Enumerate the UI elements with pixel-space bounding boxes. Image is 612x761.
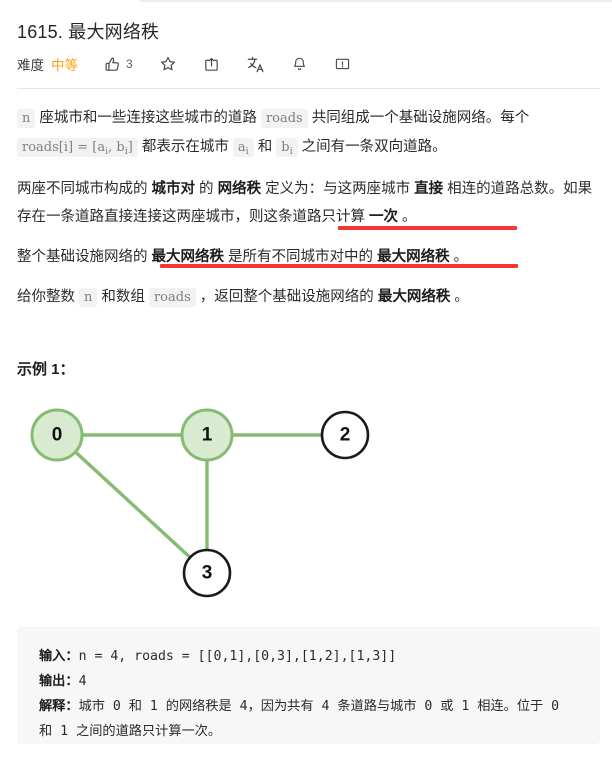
page-title: 1615. 最大网络秩 [17, 22, 160, 42]
code-text: ] [127, 140, 133, 155]
notification-button[interactable] [291, 56, 308, 73]
desc-bold: 最大网络秩 [151, 249, 225, 265]
node-0-label: 0 [52, 425, 63, 446]
desc-text: 定义为：与这两座城市 [261, 181, 415, 197]
annotation-underline-2 [160, 264, 518, 268]
desc-bold: 最大网络秩 [377, 289, 451, 305]
desc-text: 之间有一条双向道路。 [297, 139, 447, 155]
code-text: a [237, 140, 246, 155]
desc-bold: 网络秩 [217, 181, 262, 197]
code-subscript: i [289, 146, 293, 157]
desc-bold: 城市对 [151, 181, 196, 197]
explanation-value: 城市 0 和 1 的网络秩是 4，因为共有 4 条道路与城市 0 或 1 相连。… [39, 699, 568, 739]
output-value: 4 [78, 674, 87, 689]
difficulty-badge: 中等 [51, 58, 78, 73]
desc-text: 两座不同城市构成的 [17, 181, 152, 197]
feedback-icon [334, 56, 351, 73]
desc-bold: 直接 [414, 181, 444, 197]
graph-nodes: 0 1 2 3 [30, 408, 370, 598]
desc-text: 的 [195, 181, 218, 197]
annotation-underline-1 [338, 226, 517, 230]
node-3-label: 3 [202, 563, 213, 584]
code-span-roads-i: roads[i] = [ai, bi] [17, 138, 138, 157]
star-icon [159, 55, 177, 73]
desc-bold: 最大网络秩 [377, 249, 450, 265]
node-1-label: 1 [202, 425, 213, 446]
example-graph: 0 1 2 3 [10, 396, 410, 611]
translate-icon [246, 55, 265, 74]
edge-0-3 [55, 433, 209, 575]
desc-text: 。 [449, 249, 469, 265]
desc-text: 整个基础设施网络的 [17, 249, 152, 265]
difficulty-label: 难度 [17, 58, 44, 73]
input-label: 输入： [39, 649, 79, 664]
code-subscript: i [124, 146, 128, 157]
code-span-n2: n [79, 288, 98, 307]
desc-bold: 一次 [369, 209, 399, 225]
top-hairline [140, 0, 612, 2]
thumbs-up-icon [104, 56, 121, 73]
share-icon [203, 56, 220, 73]
translate-button[interactable] [246, 55, 265, 74]
desc-text: 给你整数 [17, 289, 80, 305]
description-paragraph-1: n 座城市和一些连接这些城市的道路 roads 共同组成一个基础设施网络。每个 … [17, 104, 600, 163]
star-button[interactable] [159, 55, 177, 73]
code-span-ai: ai [232, 138, 254, 157]
output-label: 输出： [39, 674, 79, 689]
desc-text: ，返回整个基础设施网络的 [195, 289, 378, 305]
bell-icon [291, 56, 308, 73]
problem-description: n 座城市和一些连接这些城市的道路 roads 共同组成一个基础设施网络。每个 … [17, 104, 600, 312]
problem-meta-row: 难度 中等 3 [17, 53, 351, 75]
desc-text: 和数组 [97, 289, 149, 305]
code-span-bi: bi [276, 138, 298, 157]
desc-text: 都表示在城市 [137, 139, 233, 155]
desc-text: 和 [253, 139, 277, 155]
like-count: 3 [126, 57, 133, 71]
desc-text: 共同组成一个基础设施网络。每个 [307, 110, 530, 126]
code-subscript: i [245, 146, 249, 157]
input-value: n = 4, roads = [[0,1],[0,3],[1,2],[1,3]] [78, 649, 397, 664]
desc-text: 是所有不同城市对中的 [224, 249, 378, 265]
header-divider [17, 88, 600, 89]
desc-text: 座城市和一些连接这些城市的道路 [35, 110, 261, 126]
explanation-label: 解释： [39, 699, 79, 714]
feedback-button[interactable] [334, 56, 351, 73]
description-paragraph-4: 给你整数 n 和数组 roads ，返回整个基础设施网络的 最大网络秩 。 [17, 283, 600, 312]
example-heading: 示例 1： [17, 361, 75, 378]
description-paragraph-2: 两座不同城市构成的 城市对 的 网络秩 定义为：与这两座城市 直接 相连的道路总… [17, 175, 600, 231]
code-span-roads: roads [260, 109, 308, 128]
code-span-n: n [17, 109, 36, 128]
desc-text: 。 [450, 289, 469, 305]
graph-svg: 0 1 2 3 [30, 408, 370, 598]
code-subscript: i [105, 146, 109, 157]
share-button[interactable] [203, 56, 220, 73]
desc-text: 。 [398, 209, 417, 225]
node-2-label: 2 [340, 425, 351, 446]
example-code-block: 输入：n = 4, roads = [[0,1],[0,3],[1,2],[1,… [17, 627, 600, 744]
code-text: , b [108, 140, 125, 155]
code-span-roads2: roads [148, 288, 196, 307]
thumbs-up-button[interactable]: 3 [104, 56, 133, 73]
problem-page: 1615. 最大网络秩 难度 中等 3 n 座城市和一些连接这些城市的道路 ro… [0, 0, 612, 761]
code-text: roads[i] = [a [22, 140, 106, 155]
code-text: b [281, 140, 290, 155]
